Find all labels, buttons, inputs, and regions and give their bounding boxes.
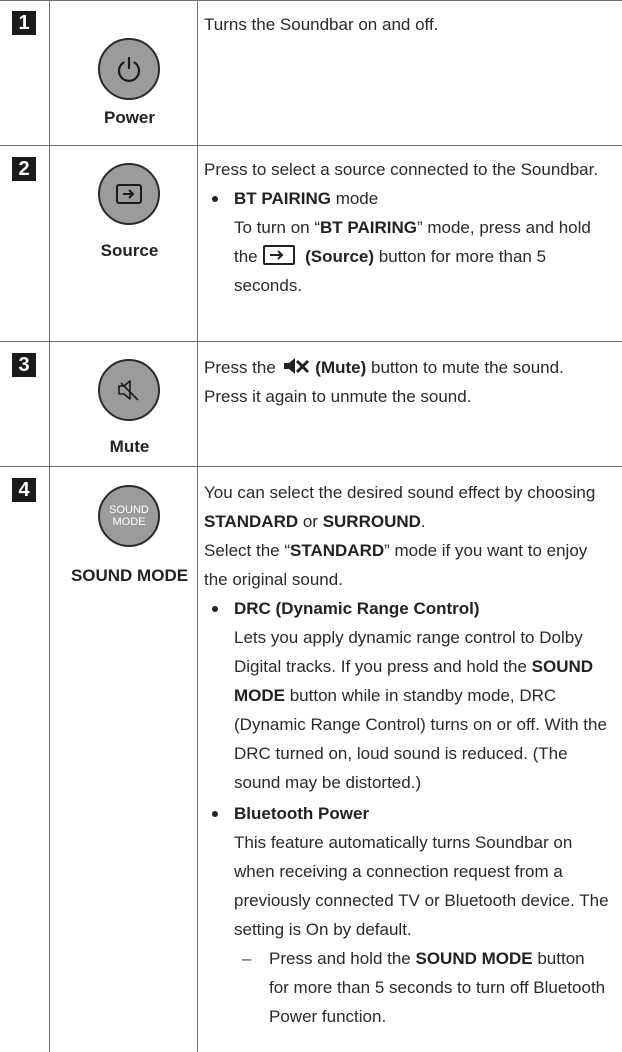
bullet-text: This feature automatically turns Soundba… <box>234 833 609 939</box>
bold-text: BT PAIRING <box>320 218 417 237</box>
bold-text: (Mute) <box>315 358 367 377</box>
mute-icon <box>118 380 139 401</box>
text-part: button while in standby mode, DRC (Dynam… <box>234 686 607 792</box>
description-text: Press to select a source connected to th… <box>204 160 599 179</box>
source-icon <box>263 245 296 265</box>
button-label: SOUND MODE <box>70 566 189 585</box>
row-divider <box>0 145 622 146</box>
bold-text: SOUND MODE <box>415 949 533 968</box>
bullet-title-suffix: mode <box>330 189 379 208</box>
bullet-item: BT PAIRING mode To turn on “BT PAIRING” … <box>204 184 609 300</box>
bullet-title: DRC (Dynamic Range Control) <box>234 599 480 618</box>
source-button-illustration <box>98 163 160 225</box>
description-text: Press the (Mute) button to mute the soun… <box>204 353 609 411</box>
text-part: Select the “ <box>204 541 290 560</box>
description-text: Turns the Soundbar on and off. <box>204 15 439 34</box>
column-divider <box>49 0 50 1052</box>
bullet-title: Bluetooth Power <box>234 804 370 823</box>
bold-text: SURROUND <box>322 512 421 531</box>
bullet-title: BT PAIRING <box>234 189 331 208</box>
text-part: Press and hold the <box>269 949 416 968</box>
button-label: Power <box>103 108 156 127</box>
text-part: or <box>298 512 323 531</box>
text-part: You can select the desired sound effect … <box>204 483 596 502</box>
row-description: Press the (Mute) button to mute the soun… <box>204 353 609 411</box>
row-number: 3 <box>12 353 36 377</box>
bold-text: STANDARD <box>290 541 385 560</box>
row-description: Press to select a source connected to th… <box>204 155 609 300</box>
icon-text: MODE <box>112 516 146 528</box>
bullet-text: To turn on “BT PAIRING” mode, press and … <box>234 213 609 300</box>
row-number: 1 <box>12 11 36 35</box>
button-label: Source <box>100 241 159 260</box>
column-divider <box>197 0 198 1052</box>
row-divider <box>0 466 622 467</box>
text-part: . <box>420 512 426 531</box>
sub-bullet-item: Press and hold the SOUND MODE button for… <box>204 944 609 1031</box>
bullet-text: Lets you apply dynamic range control to … <box>234 623 609 797</box>
power-icon <box>117 56 141 82</box>
power-button-illustration <box>98 38 160 100</box>
bullet-item: DRC (Dynamic Range Control) Lets you app… <box>204 594 609 797</box>
sound-mode-button-illustration: SOUND MODE <box>98 485 160 547</box>
description-text: Select the “STANDARD” mode if you want t… <box>204 536 609 594</box>
mute-icon <box>283 358 309 374</box>
icon-text: SOUND <box>109 504 149 516</box>
row-description: You can select the desired sound effect … <box>204 478 609 1031</box>
text-part: Lets you apply dynamic range control to … <box>234 628 583 676</box>
row-number: 2 <box>12 157 36 181</box>
bold-text: STANDARD <box>204 512 299 531</box>
description-text: You can select the desired sound effect … <box>204 478 609 536</box>
bold-text: (Source) <box>305 247 375 266</box>
table-top-border <box>0 0 622 1</box>
row-description: Turns the Soundbar on and off. <box>204 10 609 39</box>
text-part: Press the <box>204 358 281 377</box>
bullet-item: Bluetooth Power This feature automatical… <box>204 799 609 944</box>
mute-button-illustration <box>98 359 160 421</box>
button-label: Mute <box>109 437 150 456</box>
source-icon <box>116 184 142 204</box>
row-number: 4 <box>12 478 36 502</box>
row-divider <box>0 341 622 342</box>
text-part: To turn on “ <box>234 218 320 237</box>
sound-mode-icon: SOUND MODE <box>109 504 149 528</box>
